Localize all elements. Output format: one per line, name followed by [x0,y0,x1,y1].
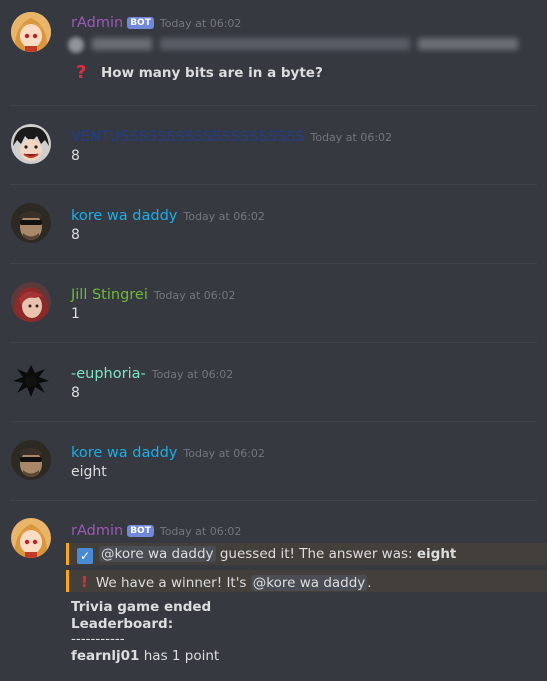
avatar[interactable] [11,440,51,480]
bot-badge: BOT [127,17,154,29]
avatar[interactable] [11,203,51,243]
username[interactable]: VENTUSSSSSSSSSSSSSSSSSSSS [71,129,304,145]
winner-suffix: . [367,575,372,591]
player-points: has 1 point [139,648,220,664]
timestamp: Today at 06:02 [159,17,242,30]
avatar[interactable] [11,282,51,322]
trivia-question: How many bits are in a byte? [101,65,323,81]
winner-mention[interactable]: @kore wa daddy [250,575,368,591]
red-question-mark-icon: ? [76,62,87,83]
message: VENTUSSSSSSSSSSSSSSSSSSSS Today at 06:02 … [0,106,547,184]
avatar[interactable] [11,518,51,558]
player-name: fearnlj01 [71,648,140,664]
blurred-content [68,36,520,54]
message-text: eight [71,464,107,480]
username[interactable]: Jill Stingrei [71,287,148,303]
message-text: 8 [71,227,80,243]
message: kore wa daddy Today at 06:02 eight [0,422,547,500]
checkmark-icon: ✓ [77,548,93,564]
answer-embed: ✓ @kore wa daddy guessed it! The answer w… [66,543,547,565]
username[interactable]: rAdmin [71,523,123,539]
winner-embed: ! We have a winner! It's @kore wa daddy. [66,570,547,592]
avatar[interactable] [11,361,51,401]
leaderboard-separator: ----------- [71,631,125,647]
avatar[interactable] [11,124,51,164]
timestamp: Today at 06:02 [183,447,265,460]
username[interactable]: kore wa daddy [71,445,177,461]
timestamp: Today at 06:02 [183,210,265,223]
message-text: 8 [71,385,80,401]
message: -euphoria- Today at 06:02 8 [0,343,547,421]
leaderboard-title: Leaderboard: [71,616,174,632]
message: Jill Stingrei Today at 06:02 1 [0,264,547,342]
message-radmin-question: rAdmin BOT Today at 06:02 ? How many bits … [0,0,547,100]
avatar[interactable] [11,12,51,52]
answer-text: eight [416,546,457,562]
timestamp: Today at 06:02 [159,525,242,538]
timestamp: Today at 06:02 [153,289,236,302]
game-ended-text: Trivia game ended [71,599,212,615]
username[interactable]: kore wa daddy [71,208,177,224]
leaderboard-entry: fearnlj01 has 1 point [71,648,219,664]
message-text: 8 [71,148,80,164]
message: kore wa daddy Today at 06:02 8 [0,185,547,263]
timestamp: Today at 06:02 [151,368,234,381]
username[interactable]: rAdmin [71,15,123,31]
guessed-text: guessed it! The answer was: [215,546,417,562]
bot-badge: BOT [127,525,154,537]
timestamp: Today at 06:02 [310,131,393,144]
user-mention[interactable]: @kore wa daddy [99,546,216,562]
message-text: 1 [71,306,80,322]
red-exclamation-icon: ! [81,573,88,591]
winner-prefix: We have a winner! It's [95,575,251,591]
message-radmin-result: rAdmin BOT Today at 06:02 ✓ @kore wa daddy … [0,501,547,681]
username[interactable]: -euphoria- [71,366,146,382]
